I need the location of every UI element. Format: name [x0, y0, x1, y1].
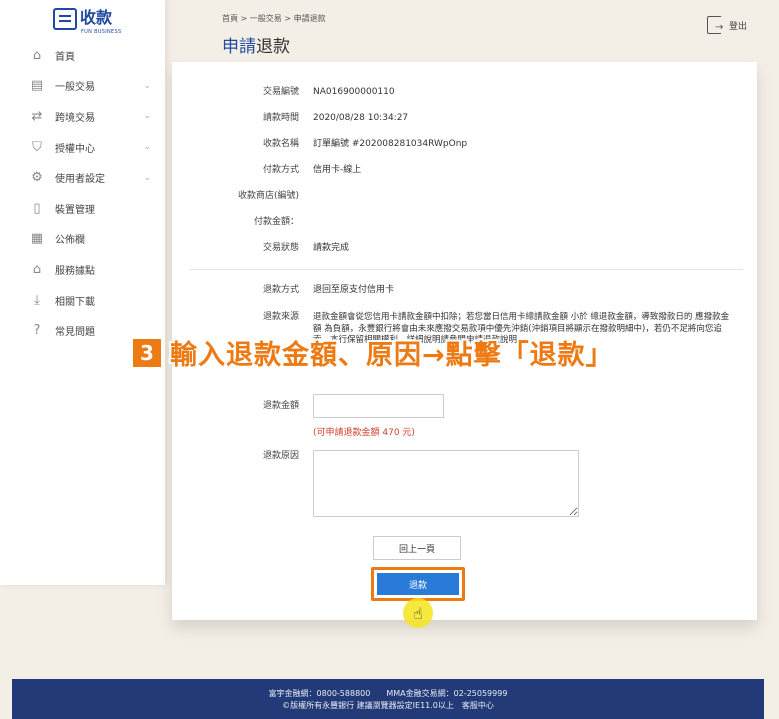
- sidebar-menu: ⌂ 首頁 ▤ 一般交易 ⌄ ⇄ 跨境交易 ⌄ ⛉ 授權中心 ⌄ ⚙ 使用者設定 ⌄ ▯ 裝置管理 ▦ 公佈欄 ⌂ 服務…: [0, 40, 165, 346]
- gear-icon: ⚙: [31, 170, 43, 186]
- detail-value: 訂單編號 #202008281034RWpOnp: [313, 139, 468, 149]
- refund-amount-label: 退款金額: [262, 401, 299, 411]
- detail-row: 交易狀態 請款完成: [172, 241, 757, 255]
- refund-source-label: 退款來源: [262, 312, 299, 322]
- brand-logo[interactable]: 收款 FUN BUSINESS: [53, 8, 121, 35]
- sidebar-item-label: 使用者設定: [55, 174, 105, 186]
- sidebar-item[interactable]: ▤ 一般交易 ⌄: [0, 71, 165, 102]
- footer-contact: 富宇金融網：0800-588800 MMA金融交易網：02-25059999: [268, 689, 508, 698]
- chevron-down-icon: ⌄: [143, 142, 151, 153]
- detail-row: 收款名稱 訂單編號 #202008281034RWpOnp: [172, 137, 757, 151]
- device-icon: ▯: [33, 200, 41, 216]
- page-title-accent: 申請: [222, 37, 256, 57]
- logout-button[interactable]: → 登出: [707, 16, 747, 34]
- chevron-down-icon: ⌄: [143, 172, 151, 183]
- sidebar-item-label: 服務據點: [55, 265, 95, 277]
- brand-subtitle: FUN BUSINESS: [81, 29, 122, 35]
- receipt-icon: ▤: [30, 78, 44, 94]
- sidebar-item-label: 常見問題: [55, 327, 95, 339]
- brand-name: 收款: [80, 8, 113, 27]
- download-icon: ⤓: [34, 292, 40, 308]
- refund-button[interactable]: 退款: [377, 573, 459, 595]
- sidebar-item-label: 跨境交易: [55, 112, 95, 124]
- detail-label: 交易編號: [262, 87, 299, 97]
- footer-copyright: ©版權所有永豐銀行 建議瀏覽器設定IE11.0以上 客服中心: [282, 701, 494, 710]
- sidebar-item-label: 首頁: [55, 51, 75, 63]
- sidebar-item[interactable]: ⌂ 首頁: [0, 40, 165, 71]
- step-number: 3: [133, 338, 161, 367]
- sidebar-item[interactable]: ⚙ 使用者設定 ⌄: [0, 162, 165, 193]
- refund-reason-label: 退款原因: [262, 451, 299, 461]
- shield-icon: ⛉: [32, 139, 42, 155]
- sidebar-item[interactable]: ⌂ 服務據點: [0, 254, 165, 285]
- page-title-rest: 退款: [256, 37, 290, 57]
- sidebar-item-label: 公佈欄: [55, 235, 85, 247]
- sidebar-item-label: 裝置管理: [55, 204, 95, 216]
- detail-label: 付款金額：: [253, 217, 299, 227]
- detail-label: 付款方式: [262, 165, 299, 175]
- detail-value: NA016900000110: [313, 87, 395, 97]
- logout-icon: →: [707, 16, 723, 34]
- bank-icon: ⌂: [32, 261, 42, 277]
- board-icon: ▦: [30, 231, 44, 247]
- sidebar: 收款 FUN BUSINESS ⌂ 首頁 ▤ 一般交易 ⌄ ⇄ 跨境交易 ⌄ ⛉ 授權中心 ⌄ ⚙ 使用…: [0, 0, 165, 585]
- step-annotation: 3 輸入退款金額、原因→點擊「退款」: [133, 333, 614, 372]
- detail-row: 付款金額：: [172, 215, 757, 229]
- section-divider: [190, 269, 743, 270]
- sidebar-item[interactable]: ⤓ 相關下載: [0, 285, 165, 316]
- chevron-down-icon: ⌄: [143, 80, 151, 91]
- detail-label: 收款名稱: [262, 139, 299, 149]
- sidebar-item-label: 一般交易: [55, 82, 95, 94]
- detail-row: 請款時間 2020/08/28 10:34:27: [172, 111, 757, 125]
- detail-row: 付款方式 信用卡-線上: [172, 163, 757, 177]
- breadcrumb: 首頁 > 一般交易 > 申請退款: [222, 14, 326, 23]
- back-button[interactable]: 回上一頁: [373, 536, 461, 560]
- refund-amount-input[interactable]: [313, 394, 444, 418]
- refund-method-value: 退回至原支付信用卡: [313, 285, 395, 295]
- sidebar-item[interactable]: ▦ 公佈欄: [0, 224, 165, 255]
- logout-label: 登出: [729, 21, 748, 32]
- page-title: 申請退款: [222, 32, 290, 57]
- home-icon: ⌂: [32, 47, 42, 63]
- refund-reason-textarea[interactable]: [313, 450, 579, 517]
- step-instruction: 輸入退款金額、原因→點擊「退款」: [170, 340, 614, 371]
- detail-value: 2020/08/28 10:34:27: [313, 113, 409, 123]
- pointer-hand-icon: ☝: [403, 598, 433, 628]
- sidebar-item[interactable]: ⛉ 授權中心 ⌄: [0, 132, 165, 163]
- detail-value: 請款完成: [313, 243, 350, 253]
- detail-label: 請款時間: [262, 113, 299, 123]
- refund-amount-row: 退款金額: [172, 399, 757, 413]
- sidebar-item-label: 授權中心: [55, 143, 95, 155]
- logo-icon: [53, 8, 77, 30]
- sidebar-item[interactable]: ▯ 裝置管理: [0, 193, 165, 224]
- sidebar-item-label: 相關下載: [55, 296, 95, 308]
- sidebar-item[interactable]: ⇄ 跨境交易 ⌄: [0, 101, 165, 132]
- detail-row: 收款商店(編號): [172, 189, 757, 203]
- detail-row: 交易編號 NA016900000110: [172, 85, 757, 99]
- refund-amount-hint: (可申請退款金額 470 元): [313, 428, 415, 438]
- detail-label: 交易狀態: [262, 243, 299, 253]
- refund-method-label: 退款方式: [262, 285, 299, 295]
- exchange-icon: ⇄: [31, 108, 43, 124]
- chevron-down-icon: ⌄: [143, 111, 151, 122]
- detail-label: 收款商店(編號): [237, 191, 299, 201]
- question-icon: ?: [33, 323, 41, 339]
- refund-button-highlight: 退款: [371, 567, 465, 601]
- footer: 富宇金融網：0800-588800 MMA金融交易網：02-25059999 ©…: [12, 679, 764, 719]
- refund-method-row: 退款方式 退回至原支付信用卡: [172, 283, 757, 297]
- detail-value: 信用卡-線上: [313, 165, 362, 175]
